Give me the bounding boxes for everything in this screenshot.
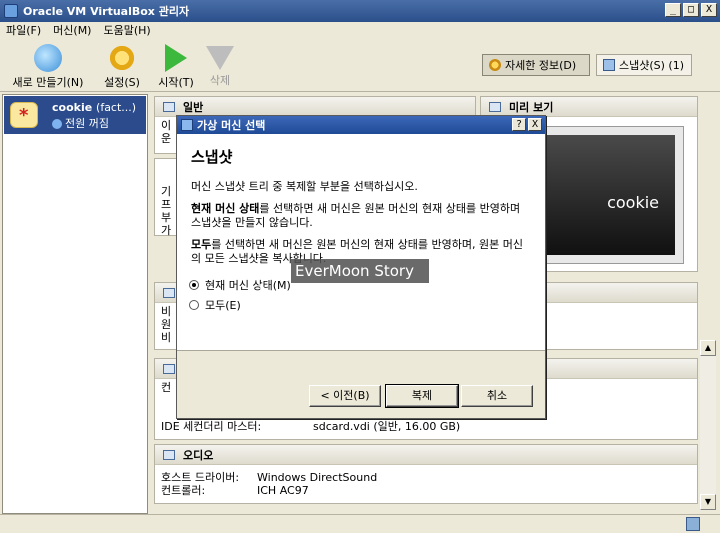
gear-icon [489,59,501,71]
radio-all-label: 모두(E) [205,299,241,312]
gear-icon [108,44,136,72]
menu-bar: 파일(F) 머신(M) 도움말(H) [0,22,720,40]
radio-all-dot[interactable] [189,300,199,310]
power-off-icon [52,119,62,129]
delete-arrow-icon [206,46,234,70]
radio-current-state-dot[interactable] [189,280,199,290]
details-toggle-label: 자세한 정보(D) [505,59,577,72]
snapshots-toggle-label: 스냅샷(S) (1) [619,59,685,72]
general-panel-header[interactable]: 일반 [155,97,475,117]
audio-panel: 오디오 호스트 드라이버: Windows DirectSound 컨트롤러: … [154,444,698,504]
network-status-icon [686,517,700,531]
vm-state-text: 전원 꺼짐 [65,117,109,130]
audio-row: 컨트롤러: ICH AC97 [161,484,691,497]
dialog-content: 스냅샷 머신 스냅샷 트리 중 복제할 부분을 선택하십시오. 현재 머신 상태… [177,134,545,351]
audio-row: 호스트 드라이버: Windows DirectSound [161,471,691,484]
vm-state: 전원 꺼짐 [52,115,109,131]
window-title: Oracle VM VirtualBox 관리자 [23,5,190,18]
dialog-heading: 스냅샷 [191,148,233,166]
vm-snapshot-hint: (fact...) [96,101,137,114]
audio-row-key: 호스트 드라이버: [161,471,240,484]
dialog-controls: ? X [512,118,542,131]
disk-icon [163,363,175,374]
audio-panel-header[interactable]: 오디오 [155,445,697,465]
delete-button[interactable]: 삭제 [180,44,260,88]
preview-screen: cookie [530,126,684,264]
scroll-up-icon[interactable]: ▲ [700,340,716,356]
paragraph-2-bold: 현재 머신 상태 [191,202,260,215]
vm-name-text: cookie [52,101,93,114]
audio-panel-title: 오디오 [183,448,214,462]
radio-current-state-label: 현재 머신 상태(M) [205,279,291,292]
radio-current-state[interactable]: 현재 머신 상태(M) [189,277,291,293]
menu-help[interactable]: 도움말(H) [103,22,150,40]
watermark: EverMoon Story [291,259,429,283]
speaker-icon [163,449,175,460]
cancel-button[interactable]: 취소 [461,385,533,407]
dialog-close-button[interactable]: X [528,118,542,131]
monitor-icon [163,101,175,112]
window-controls: _ □ X [665,3,717,17]
vm-list-item-cookie[interactable]: cookie (fact...) 전원 꺼짐 [4,96,146,134]
camera-icon [603,59,615,71]
vm-os-icon [10,102,38,128]
minimize-button[interactable]: _ [665,3,681,17]
monitor-icon [489,101,501,112]
dialog-titlebar: 가상 머신 선택 [177,116,545,134]
monitor-icon [163,287,175,298]
delete-label: 삭제 [209,74,231,87]
preview-panel-header[interactable]: 미리 보기 [481,97,697,117]
virtualbox-dialog-icon [181,119,193,131]
ide-secondary-value: sdcard.vdi (일반, 16.00 GB) [313,420,461,433]
preview-vm-name: cookie [539,135,675,255]
dialog-paragraph-2: 현재 머신 상태를 선택하면 새 머신은 원본 머신의 현재 상태를 반영하며 … [191,202,531,230]
storage-ide-secondary-row: IDE 세컨더리 마스터: sdcard.vdi (일반, 16.00 GB) [161,420,691,433]
help-button[interactable]: ? [512,118,526,131]
close-button[interactable]: X [701,3,717,17]
menu-file[interactable]: 파일(F) [6,22,41,40]
preview-panel-title: 미리 보기 [509,100,554,114]
new-vm-button[interactable]: 새로 만들기(N) [8,44,88,90]
audio-row-value: ICH AC97 [257,484,309,497]
toolbar: 새로 만들기(N) 설정(S) 시작(T) 삭제 자세한 정보(D) 스냅샷(S… [0,40,720,92]
maximize-button[interactable]: □ [683,3,699,17]
audio-row-key: 컨트롤러: [161,484,206,497]
dialog-paragraph-1: 머신 스냅샷 트리 중 복제할 부분을 선택하십시오. [191,180,418,193]
ide-secondary-key: IDE 세컨더리 마스터: [161,420,262,433]
virtualbox-app-icon [4,4,18,18]
scroll-down-icon[interactable]: ▼ [700,494,716,510]
clone-button[interactable]: 복제 [385,384,459,408]
status-bar [0,514,720,533]
new-vm-icon [34,44,62,72]
radio-all[interactable]: 모두(E) [189,297,241,313]
vm-list: cookie (fact...) 전원 꺼짐 [2,94,148,514]
back-button[interactable]: < 이전(B) [309,385,381,407]
menu-machine[interactable]: 머신(M) [53,22,91,40]
general-panel-title: 일반 [183,100,204,114]
dialog-title: 가상 머신 선택 [197,119,266,132]
snapshots-toggle-button[interactable]: 스냅샷(S) (1) [596,54,692,76]
window-titlebar: Oracle VM VirtualBox 관리자 _ □ X [0,0,720,22]
audio-panel-body: 호스트 드라이버: Windows DirectSound 컨트롤러: ICH … [155,465,697,499]
vm-name: cookie (fact...) [52,101,136,114]
audio-row-value: Windows DirectSound [257,471,378,484]
new-vm-label: 새로 만들기(N) [12,76,84,89]
details-scrollbar[interactable]: ▲ ▼ [700,340,716,510]
paragraph-3-bold: 모두 [191,238,212,251]
details-toggle-button[interactable]: 자세한 정보(D) [482,54,590,76]
